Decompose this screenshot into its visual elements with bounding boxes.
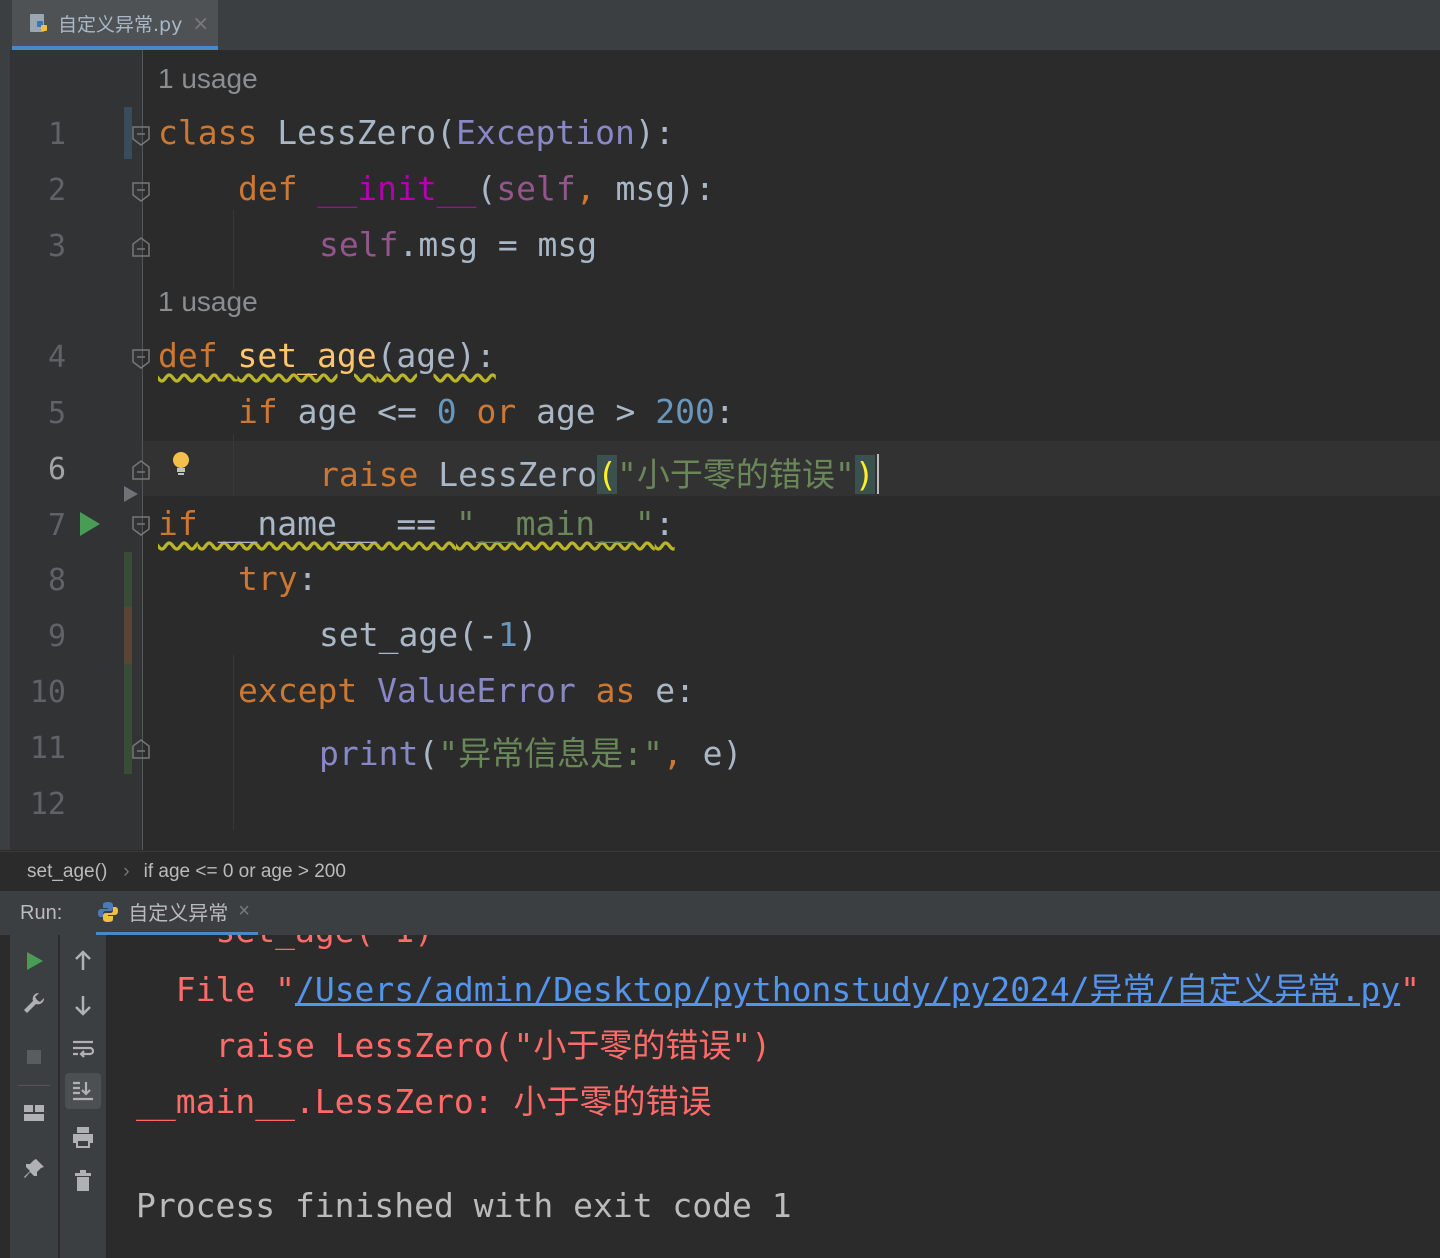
fold-icon[interactable] [131, 515, 151, 537]
run-tab[interactable]: 自定义异常 × [96, 891, 258, 935]
lightbulb-icon[interactable] [170, 450, 192, 478]
text-caret [876, 454, 879, 494]
console-line: set_age(-1) [136, 935, 434, 950]
clear-all-button[interactable] [65, 1163, 101, 1199]
run-panel-header: Run: 自定义异常 × [0, 891, 1440, 935]
line-number: 8 [47, 563, 66, 598]
run-tab-close-icon[interactable]: × [238, 900, 250, 923]
pin-tab-button[interactable] [16, 1151, 52, 1187]
run-tab-title: 自定义异常 [128, 903, 229, 925]
code-line-1: class LessZero(Exception): [158, 113, 675, 152]
python-file-icon [30, 14, 47, 32]
scroll-to-end-icon [73, 1081, 93, 1101]
line-number: 6 [47, 452, 66, 487]
code-line-3: self.msg = msg [319, 225, 598, 264]
scroll-down-button[interactable] [65, 987, 101, 1023]
line-number: 2 [47, 173, 66, 208]
code-editor[interactable]: 1 2 3 4 5 6 7 8 9 10 11 12 1 usage 1 usa… [10, 50, 1440, 850]
stop-button[interactable] [16, 1039, 52, 1075]
breadcrumb-item[interactable]: set_age() [27, 861, 107, 883]
printer-icon [73, 1127, 93, 1148]
code-line-8: try: [238, 559, 318, 598]
tab-file[interactable]: 自定义异常.py × [12, 0, 218, 50]
tab-title: 自定义异常.py [58, 13, 183, 36]
line-number: 10 [29, 675, 66, 710]
code-line-7: if __name__ == "__main__": [158, 504, 675, 543]
console-line: __main__.LessZero: 小于零的错误 [136, 1082, 712, 1121]
run-label: Run: [20, 901, 63, 924]
code-line-9: set_age(-1) [319, 615, 538, 654]
run-console[interactable]: set_age(-1) File "/Users/admin/Desktop/p… [106, 935, 1440, 1258]
change-marker [124, 607, 132, 664]
console-line: Process finished with exit code 1 [136, 1186, 792, 1225]
print-button[interactable] [65, 1119, 101, 1155]
line-number: 5 [47, 396, 66, 431]
file-link[interactable]: /Users/admin/Desktop/pythonstudy/py2024/… [295, 970, 1400, 1009]
run-toolbar-primary [10, 935, 58, 1258]
code-line-5: if age <= 0 or age > 200: [238, 392, 735, 431]
toolbar-separator [18, 1085, 50, 1086]
code-line-2: def __init__(self, msg): [238, 169, 715, 208]
indent-guide [233, 655, 234, 830]
restore-layout-button[interactable] [16, 1095, 52, 1131]
code-line-10: except ValueError as e: [238, 671, 696, 710]
soft-wrap-icon [73, 1040, 95, 1058]
rerun-button[interactable] [16, 943, 52, 979]
line-number: 1 [47, 117, 66, 152]
fold-icon[interactable] [131, 348, 151, 370]
console-line: raise LessZero("小于零的错误") [136, 1026, 772, 1065]
console-line-file: File "/Users/admin/Desktop/pythonstudy/p… [136, 970, 1421, 1009]
scroll-up-button[interactable] [65, 943, 101, 979]
line-number: 3 [47, 229, 66, 264]
breakpoint-arrow-icon [124, 486, 138, 502]
soft-wrap-button[interactable] [65, 1031, 101, 1067]
edit-config-button[interactable] [16, 985, 52, 1021]
run-toolbar-secondary [60, 935, 106, 1258]
code-line-11: print("异常信息是:", e) [319, 734, 743, 773]
change-marker [124, 552, 132, 607]
trash-icon [75, 1170, 91, 1191]
fold-end-icon[interactable] [131, 236, 151, 258]
usage-hint[interactable]: 1 usage [158, 286, 258, 318]
arrow-up-icon [75, 950, 91, 970]
fold-end-icon[interactable] [131, 459, 151, 481]
code-line-4: def set_age(age): [158, 336, 496, 375]
play-icon [27, 952, 43, 970]
fold-icon[interactable] [131, 125, 151, 147]
line-number: 4 [47, 340, 66, 375]
stop-icon [27, 1050, 41, 1064]
indent-guide [233, 435, 234, 495]
left-tool-strip [0, 50, 10, 850]
breadcrumb-item[interactable]: if age <= 0 or age > 200 [144, 861, 346, 883]
scroll-to-end-button[interactable] [65, 1073, 101, 1109]
code-line-6: raise LessZero("小于零的错误") [319, 448, 879, 496]
line-number: 12 [29, 787, 66, 822]
breadcrumb-separator: › [123, 861, 130, 882]
python-icon [98, 901, 119, 922]
tab-close-icon[interactable]: × [192, 11, 209, 35]
line-number: 11 [29, 731, 66, 766]
editor-tab-bar: 自定义异常.py × [0, 0, 1440, 51]
pin-icon [24, 1159, 44, 1178]
fold-end-icon[interactable] [131, 738, 151, 760]
layout-icon [24, 1105, 44, 1121]
wrench-icon [24, 992, 45, 1013]
breadcrumb: set_age() › if age <= 0 or age > 200 [0, 851, 1440, 892]
line-number: 7 [47, 508, 66, 543]
gutter-separator [142, 50, 143, 850]
editor-gutter [10, 50, 142, 850]
line-number: 9 [47, 619, 66, 654]
usage-hint[interactable]: 1 usage [158, 63, 258, 95]
fold-icon[interactable] [131, 181, 151, 203]
run-gutter-icon[interactable] [78, 510, 102, 538]
indent-guide [233, 210, 234, 290]
arrow-down-icon [75, 996, 91, 1016]
